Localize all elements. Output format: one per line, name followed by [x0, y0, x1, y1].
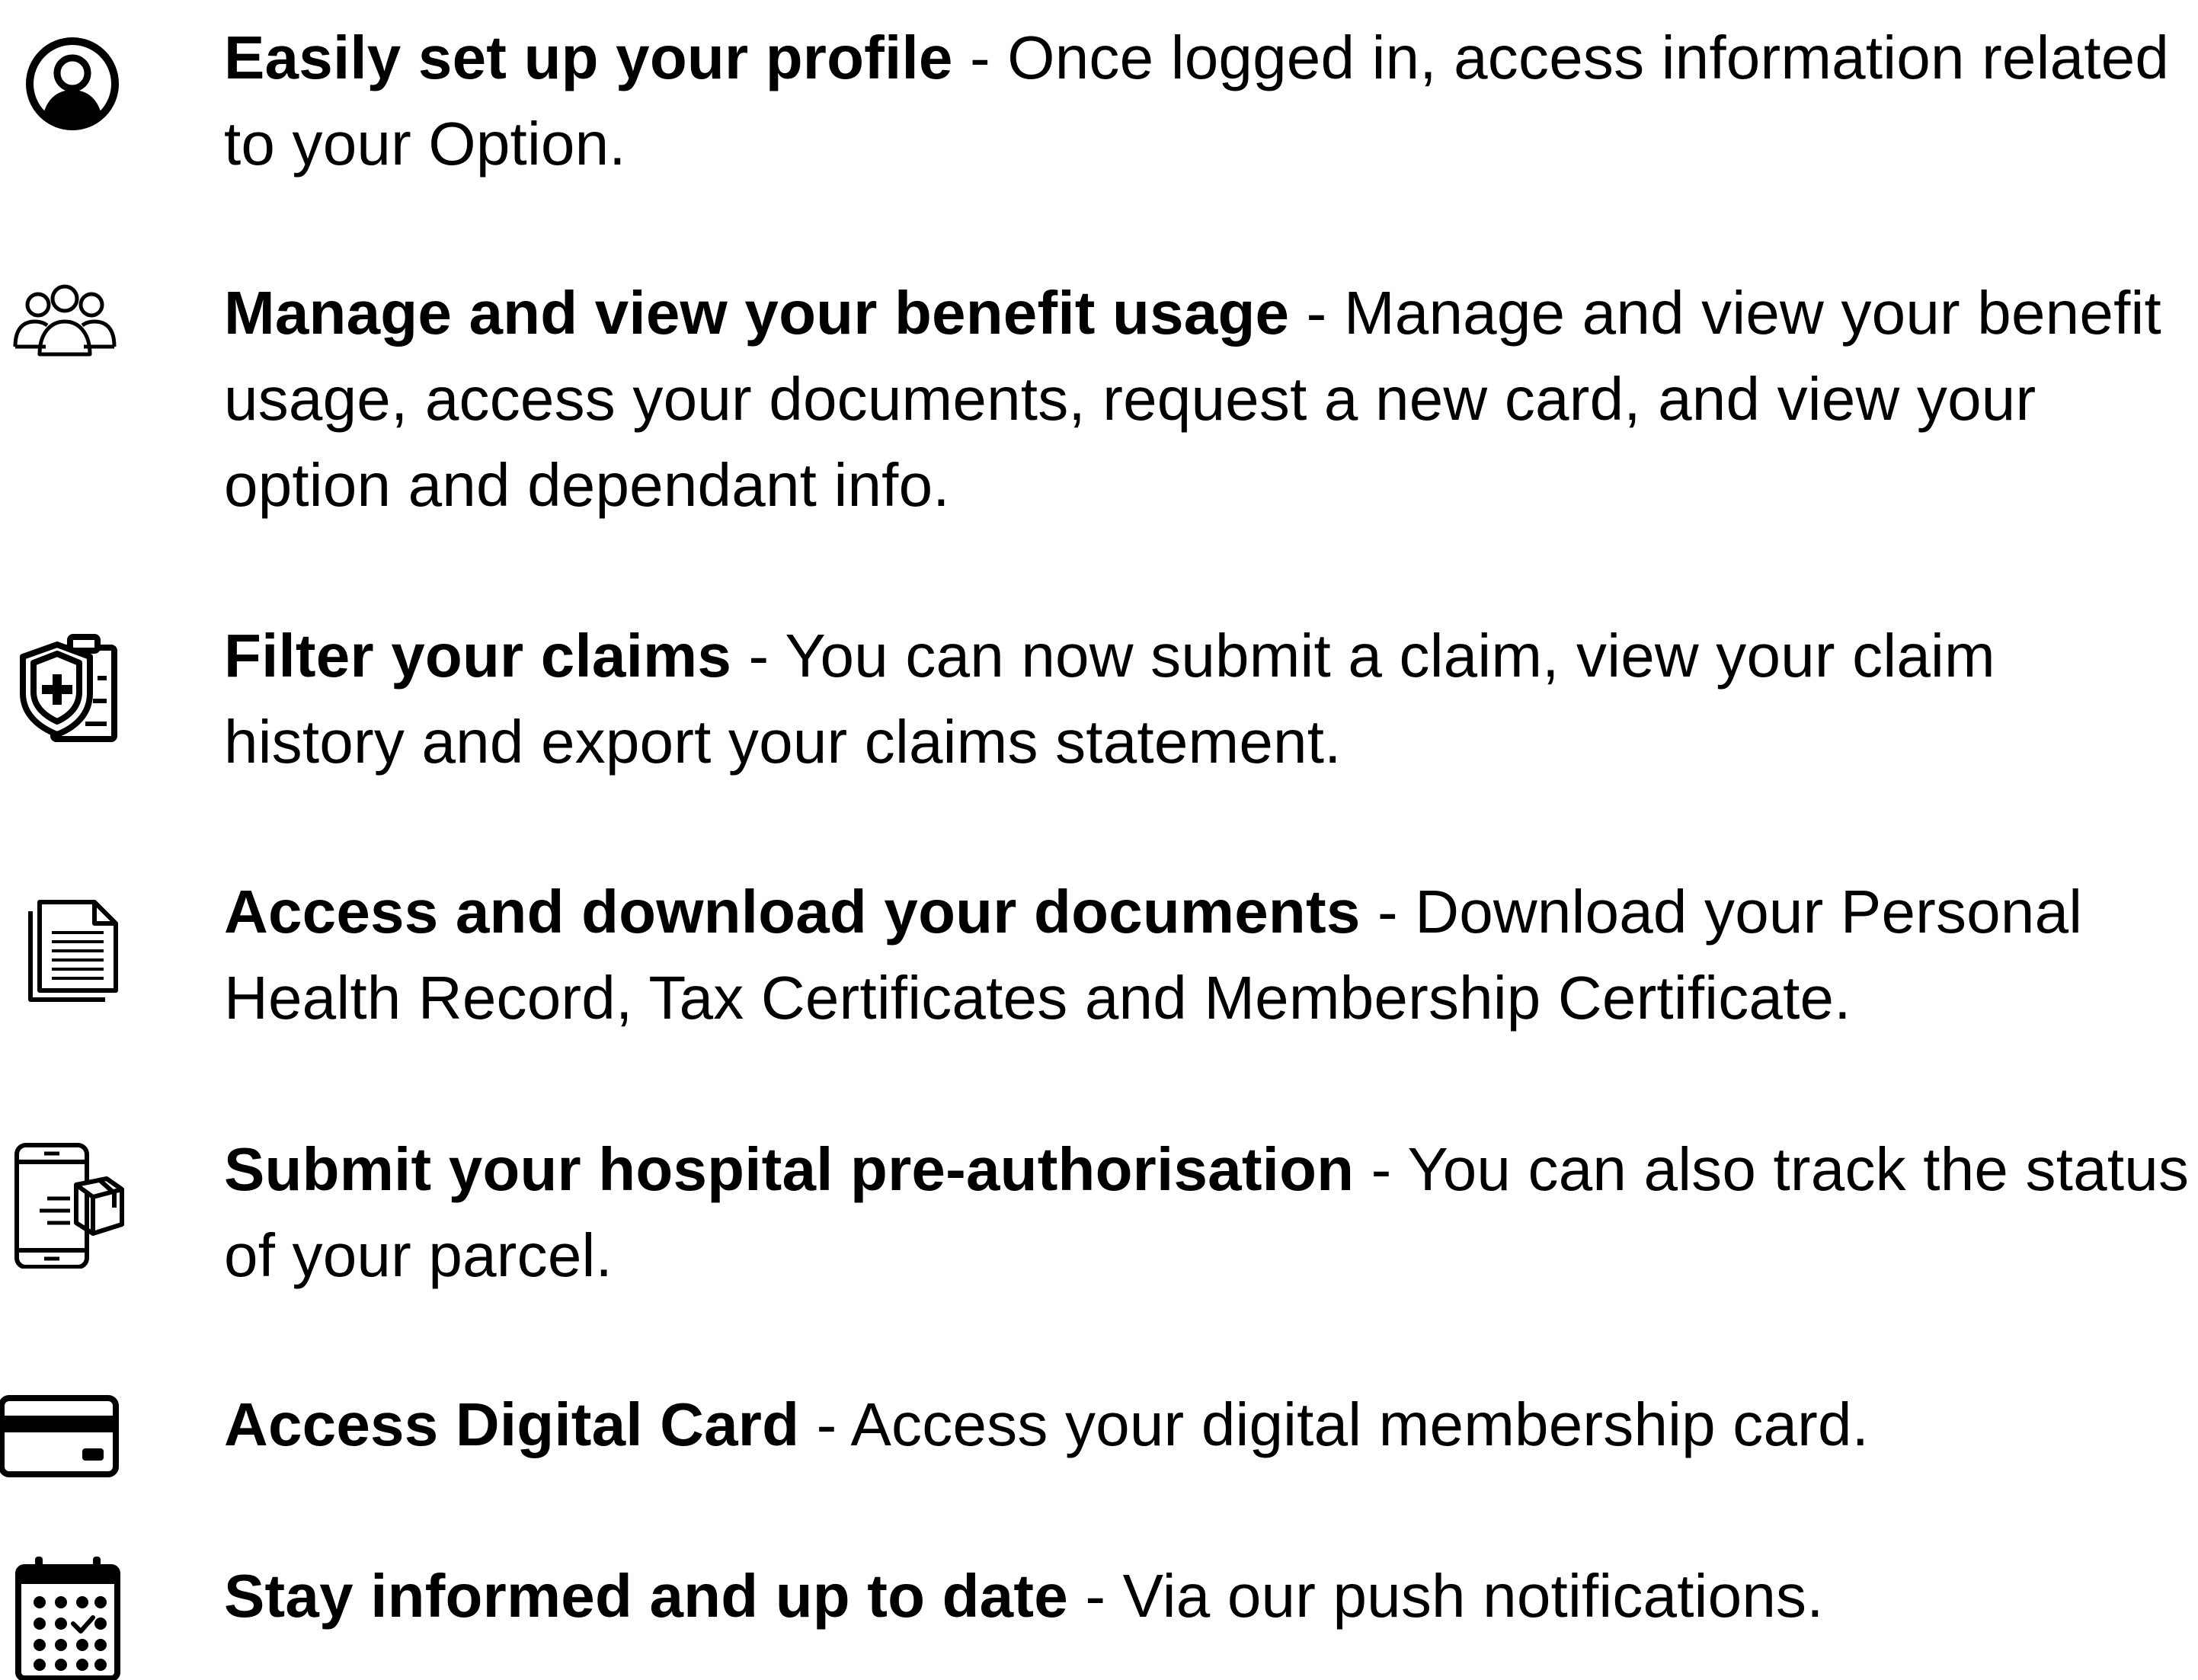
- feature-text: Access Digital Card - Access your digita…: [224, 1381, 2190, 1467]
- feature-description: Via our push notifications.: [1122, 1562, 1824, 1630]
- credit-card-icon: [0, 1371, 130, 1501]
- feature-separator: -: [1354, 1135, 1408, 1203]
- feature-title: Access Digital Card: [224, 1390, 800, 1458]
- feature-separator: -: [952, 24, 1008, 91]
- feature-title: Easily set up your profile: [224, 24, 953, 91]
- feature-title: Stay informed and up to date: [224, 1562, 1068, 1630]
- user-profile-icon: [0, 9, 130, 139]
- phone-parcel-icon: [0, 1139, 130, 1269]
- feature-separator: -: [731, 622, 785, 690]
- calendar-check-icon: [0, 1550, 130, 1680]
- feature-title: Manage and view your benefit usage: [224, 279, 1290, 347]
- feature-text: Easily set up your profile - Once logged…: [224, 14, 2190, 187]
- feature-text: Access and download your documents - Dow…: [224, 869, 2190, 1041]
- shield-clipboard-icon: [0, 617, 130, 747]
- feature-text: Manage and view your benefit usage - Man…: [224, 270, 2190, 528]
- feature-description: Access your digital membership card.: [850, 1390, 1870, 1458]
- document-stack-icon: [0, 884, 130, 1013]
- feature-title: Filter your claims: [224, 622, 732, 690]
- people-group-icon: [0, 259, 130, 389]
- feature-text: Stay informed and up to date - Via our p…: [224, 1553, 2190, 1639]
- feature-separator: -: [799, 1390, 851, 1458]
- feature-title: Submit your hospital pre-authorisation: [224, 1135, 1355, 1203]
- feature-text: Submit your hospital pre-authorisation -…: [224, 1126, 2190, 1298]
- feature-separator: -: [1067, 1562, 1123, 1630]
- feature-separator: -: [1360, 878, 1416, 946]
- feature-text: Filter your claims - You can now submit …: [224, 613, 2190, 785]
- feature-separator: -: [1289, 279, 1344, 347]
- feature-title: Access and download your documents: [224, 878, 1361, 946]
